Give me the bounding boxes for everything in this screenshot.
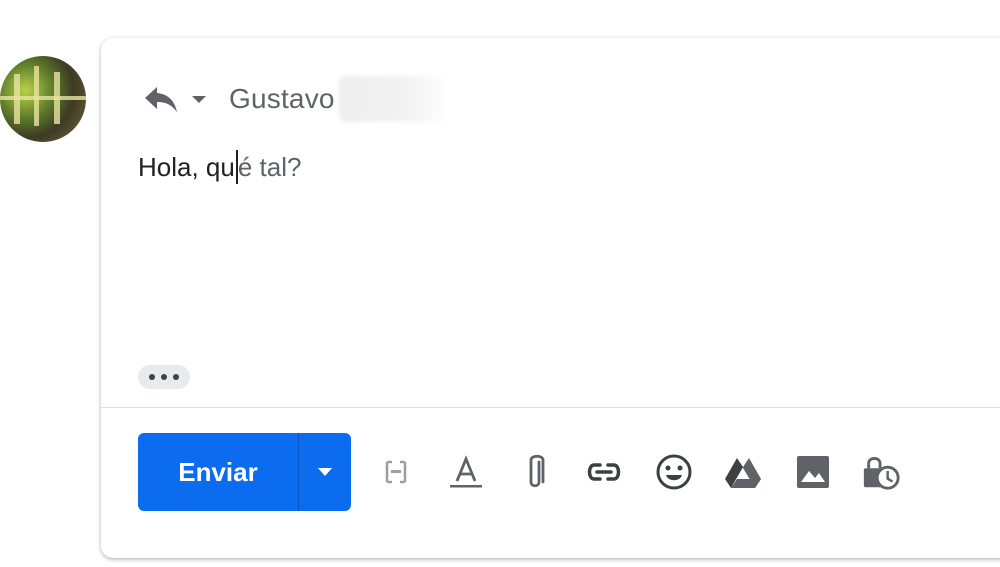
smart-compose-suggestion: é tal? <box>237 151 302 182</box>
insert-link-icon <box>587 463 621 481</box>
recipient-name[interactable]: Gustavo <box>229 83 335 115</box>
format-text-icon <box>450 455 482 488</box>
send-options-button[interactable] <box>298 433 351 511</box>
recipient-redacted <box>338 76 451 122</box>
smart-compose-button[interactable] <box>376 452 416 492</box>
chevron-down-icon <box>318 468 332 476</box>
show-trimmed-content-button[interactable] <box>138 365 190 389</box>
more-horiz-icon <box>149 374 179 380</box>
insert-drive-file-button[interactable] <box>723 452 763 492</box>
confidential-mode-icon <box>863 457 900 490</box>
divider <box>101 407 1000 408</box>
insert-emoji-button[interactable] <box>654 452 694 492</box>
attach-files-button[interactable] <box>515 452 555 492</box>
typed-text: Hola, qu <box>138 151 235 182</box>
confidential-mode-button[interactable] <box>861 452 901 492</box>
smart-compose-icon <box>385 460 407 484</box>
attach-file-icon <box>529 454 545 488</box>
send-button-group: Enviar <box>138 433 351 511</box>
insert-photo-button[interactable] <box>793 452 833 492</box>
chevron-down-icon[interactable] <box>187 87 211 111</box>
avatar[interactable] <box>0 56 86 142</box>
message-body[interactable]: Hola, qu é tal? <box>138 150 301 184</box>
send-button[interactable]: Enviar <box>138 433 298 511</box>
insert-photo-icon <box>797 456 829 488</box>
compose-header: Gustavo <box>141 76 451 122</box>
reply-compose-card: Gustavo Hola, qu é tal? Enviar <box>101 38 1000 558</box>
emoji-icon <box>656 454 692 490</box>
google-drive-icon <box>725 458 761 488</box>
formatting-options-button[interactable] <box>446 452 486 492</box>
reply-icon[interactable] <box>141 81 181 117</box>
insert-link-button[interactable] <box>584 452 624 492</box>
